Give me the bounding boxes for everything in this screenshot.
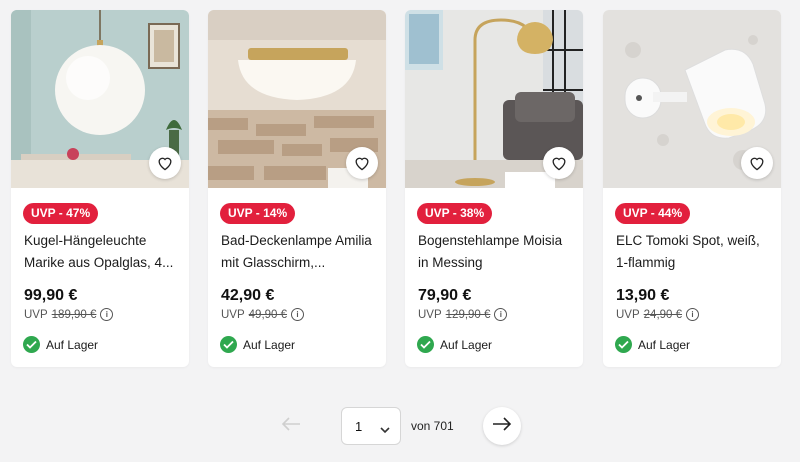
product-card[interactable]: UVP - 14% Bad-Deckenlampe Amilia mit Gla…: [208, 10, 386, 367]
product-price: 42,90 €: [221, 287, 275, 304]
checkmark-icon: [23, 336, 40, 353]
uvp-price-row: UVP 49,90 € i: [221, 308, 305, 321]
product-title[interactable]: Bad-Deckenlampe Amilia mit Glasschirm,..…: [221, 230, 377, 274]
product-image[interactable]: [603, 10, 781, 188]
stock-status: Auf Lager: [615, 336, 690, 353]
product-title[interactable]: Bogenstehlampe Moisia in Messing: [418, 230, 574, 274]
heart-icon: [156, 155, 174, 171]
checkmark-icon: [417, 336, 434, 353]
stock-label: Auf Lager: [638, 337, 691, 352]
wishlist-button[interactable]: [346, 147, 378, 179]
product-title[interactable]: Kugel-Hängeleuchte Marike aus Opalglas, …: [24, 230, 180, 274]
current-page: 1: [355, 418, 363, 434]
product-image[interactable]: [11, 10, 189, 188]
checkmark-icon: [220, 336, 237, 353]
uvp-label: UVP: [616, 308, 640, 321]
previous-page-button[interactable]: [272, 407, 310, 445]
info-icon[interactable]: i: [686, 308, 700, 321]
uvp-price-row: UVP 129,90 € i: [418, 308, 508, 321]
info-icon[interactable]: i: [291, 308, 305, 321]
discount-badge: UVP - 44%: [615, 203, 691, 224]
stock-label: Auf Lager: [46, 337, 99, 352]
wishlist-button[interactable]: [149, 147, 181, 179]
stock-label: Auf Lager: [243, 337, 296, 352]
discount-badge: UVP - 38%: [417, 203, 493, 224]
uvp-price-row: UVP 24,90 € i: [616, 308, 700, 321]
product-title[interactable]: ELC Tomoki Spot, weiß, 1-flammig: [616, 230, 772, 274]
arrow-left-icon: [281, 416, 301, 436]
product-price: 13,90 €: [616, 287, 670, 304]
discount-badge: UVP - 47%: [23, 203, 99, 224]
product-card[interactable]: UVP - 44% ELC Tomoki Spot, weiß, 1-flamm…: [603, 10, 781, 367]
uvp-label: UVP: [24, 308, 48, 321]
wishlist-button[interactable]: [543, 147, 575, 179]
stock-status: Auf Lager: [23, 336, 98, 353]
uvp-label: UVP: [221, 308, 245, 321]
stock-status: Auf Lager: [417, 336, 492, 353]
product-image[interactable]: [208, 10, 386, 188]
heart-icon: [550, 155, 568, 171]
uvp-price: 189,90 €: [51, 308, 97, 321]
uvp-label: UVP: [418, 308, 442, 321]
product-card[interactable]: UVP - 47% Kugel-Hängeleuchte Marike aus …: [11, 10, 189, 367]
heart-icon: [748, 155, 766, 171]
page-select[interactable]: 1: [341, 407, 401, 445]
chevron-down-icon: [380, 421, 390, 439]
uvp-price: 129,90 €: [445, 308, 491, 321]
product-card[interactable]: UVP - 38% Bogenstehlampe Moisia in Messi…: [405, 10, 583, 367]
wishlist-button[interactable]: [741, 147, 773, 179]
info-icon[interactable]: i: [494, 308, 508, 321]
product-image[interactable]: [405, 10, 583, 188]
next-page-button[interactable]: [483, 407, 521, 445]
info-icon[interactable]: i: [100, 308, 114, 321]
stock-status: Auf Lager: [220, 336, 295, 353]
pagination: 1 von 701: [0, 405, 800, 447]
product-price: 79,90 €: [418, 287, 472, 304]
product-grid: UVP - 47% Kugel-Hängeleuchte Marike aus …: [11, 10, 782, 367]
product-price: 99,90 €: [24, 287, 78, 304]
uvp-price: 49,90 €: [248, 308, 288, 321]
stock-label: Auf Lager: [440, 337, 493, 352]
arrow-right-icon: [492, 416, 512, 436]
discount-badge: UVP - 14%: [220, 203, 296, 224]
heart-icon: [353, 155, 371, 171]
uvp-price: 24,90 €: [643, 308, 683, 321]
checkmark-icon: [615, 336, 632, 353]
total-pages-label: von 701: [411, 419, 454, 433]
uvp-price-row: UVP 189,90 € i: [24, 308, 114, 321]
